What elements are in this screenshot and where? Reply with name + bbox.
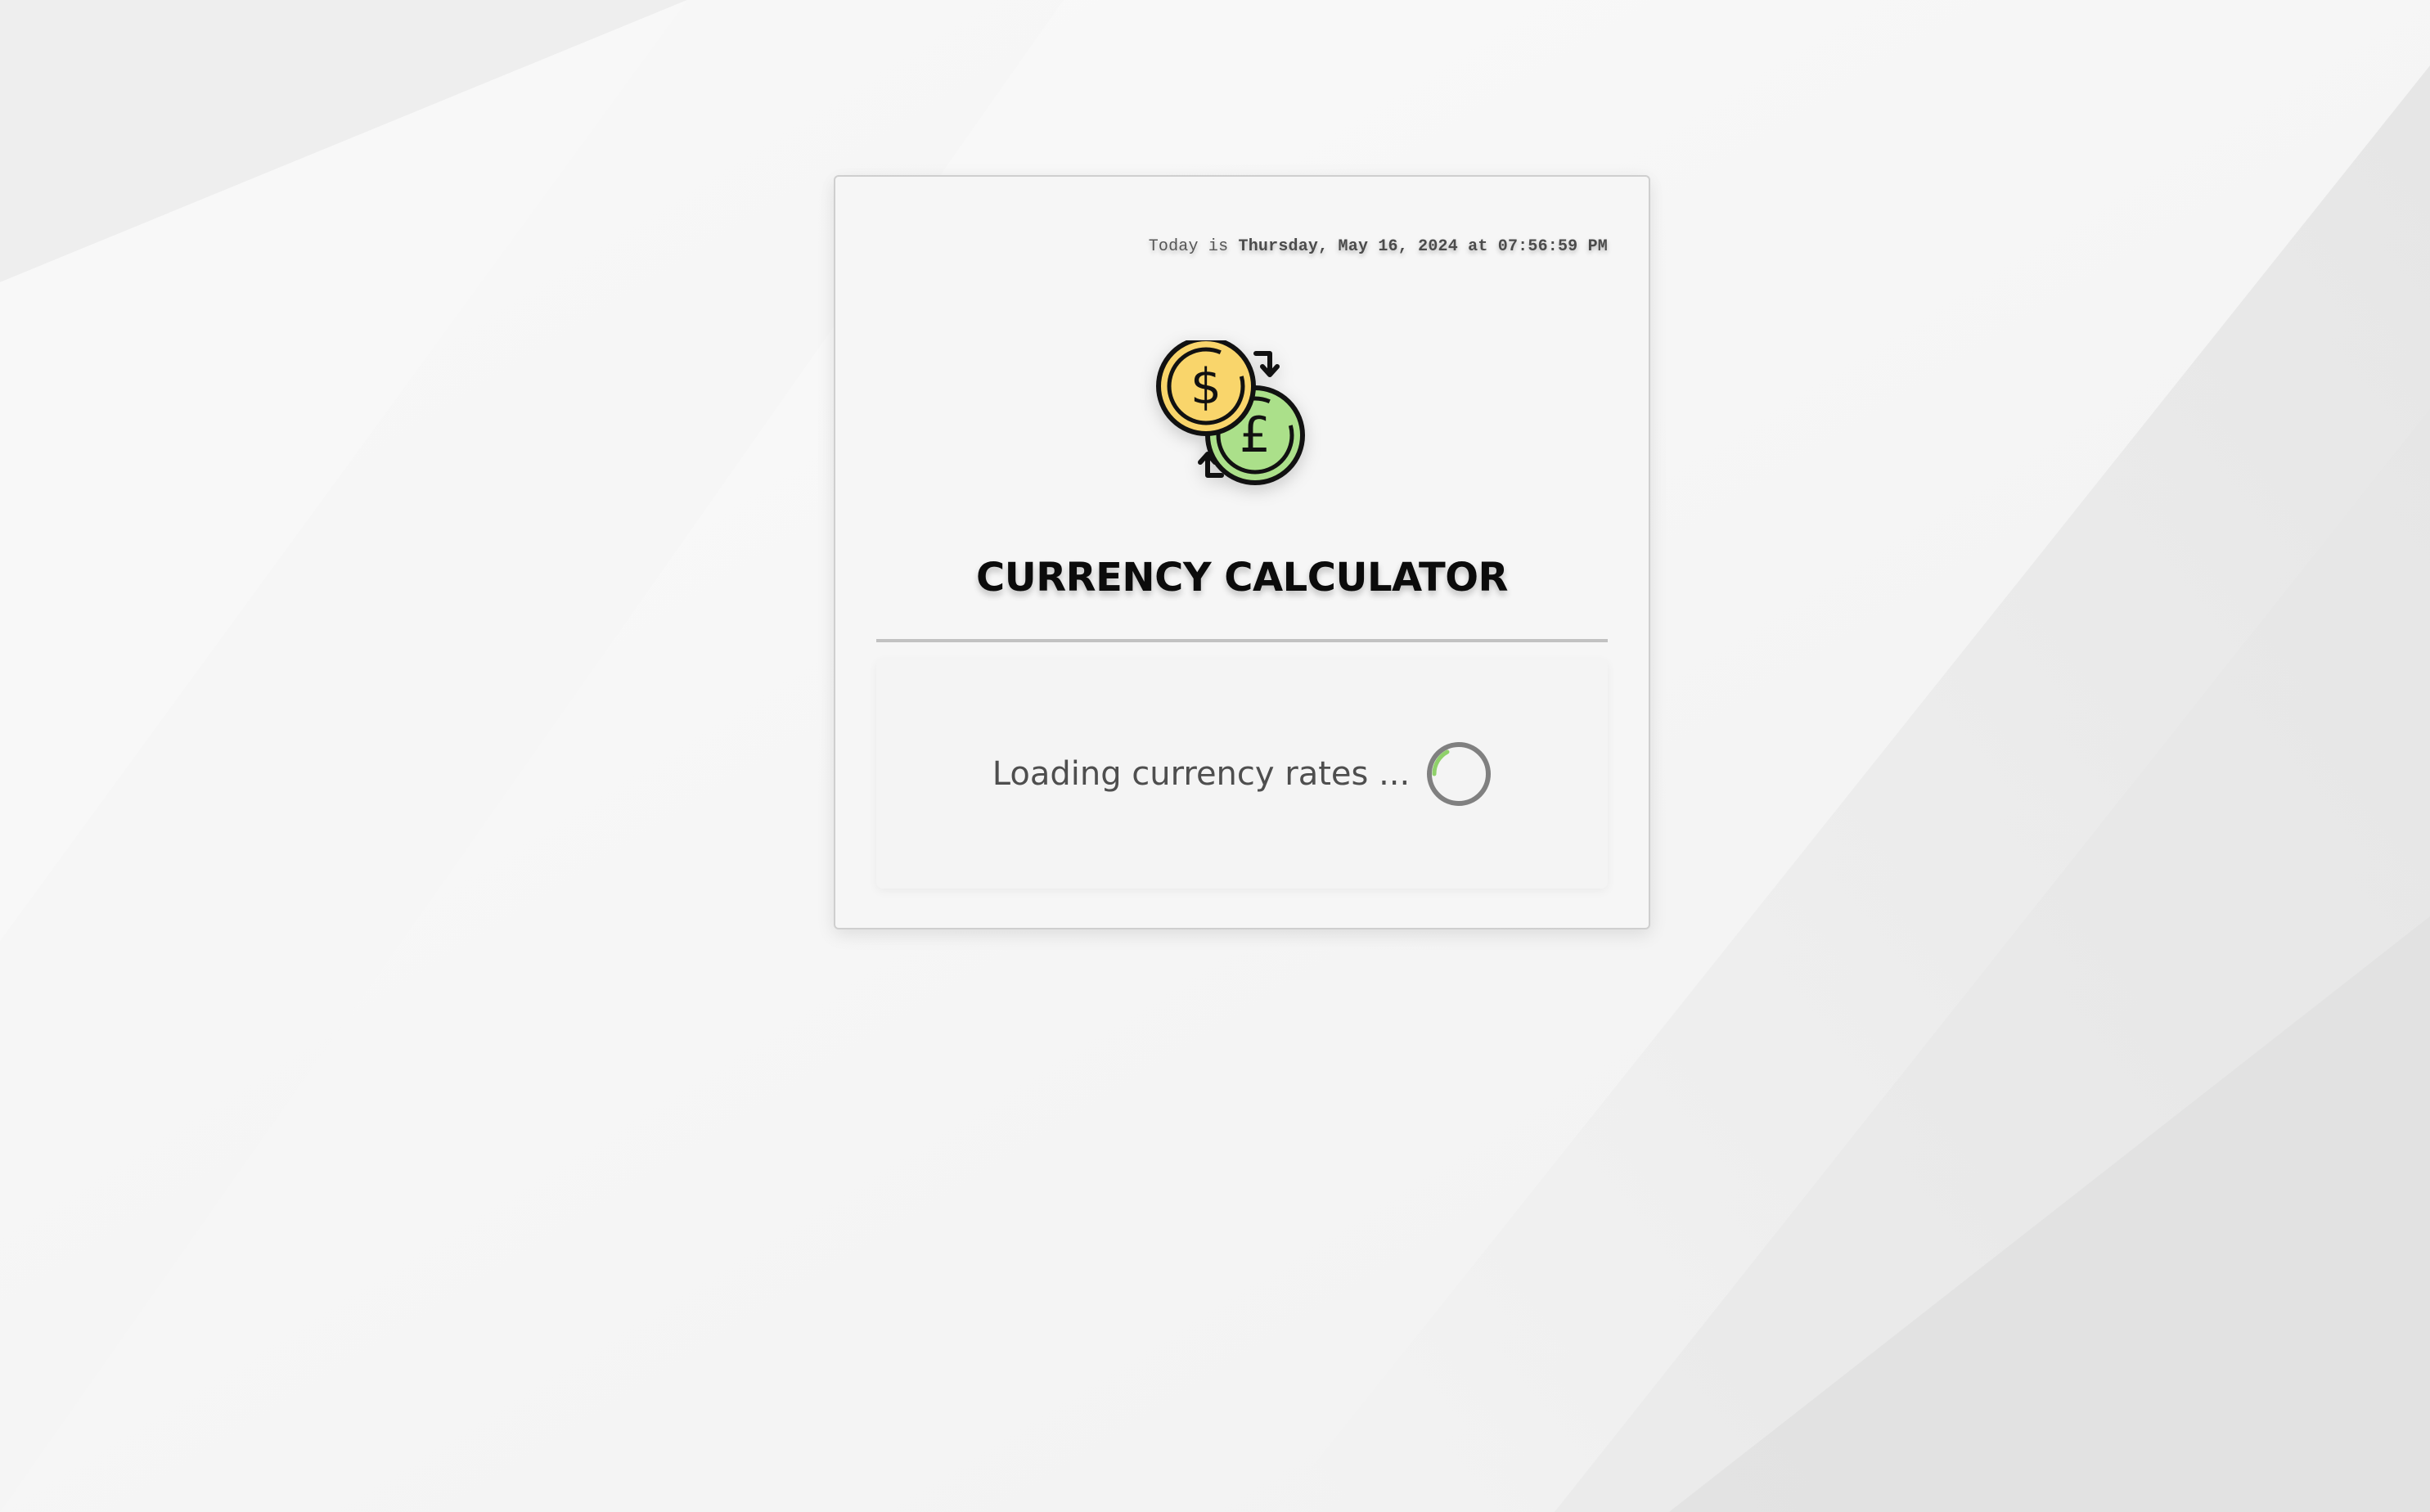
date-value: Thursday, May 16, 2024 at 07:56:59 PM (1238, 237, 1608, 256)
loading-text: Loading currency rates ... (992, 755, 1411, 793)
loading-panel: Loading currency rates ... (876, 659, 1608, 889)
currency-exchange-icon: £ $ (1141, 336, 1337, 520)
currency-calculator-card: Today is Thursday, May 16, 2024 at 07:56… (834, 175, 1650, 929)
dollar-symbol: $ (1190, 358, 1222, 416)
current-date: Today is Thursday, May 16, 2024 at 07:56… (1149, 237, 1608, 256)
page-title: CURRENCY CALCULATOR (976, 555, 1508, 601)
divider (876, 639, 1608, 642)
date-prefix: Today is (1148, 237, 1229, 256)
loading-spinner-icon (1426, 741, 1492, 807)
